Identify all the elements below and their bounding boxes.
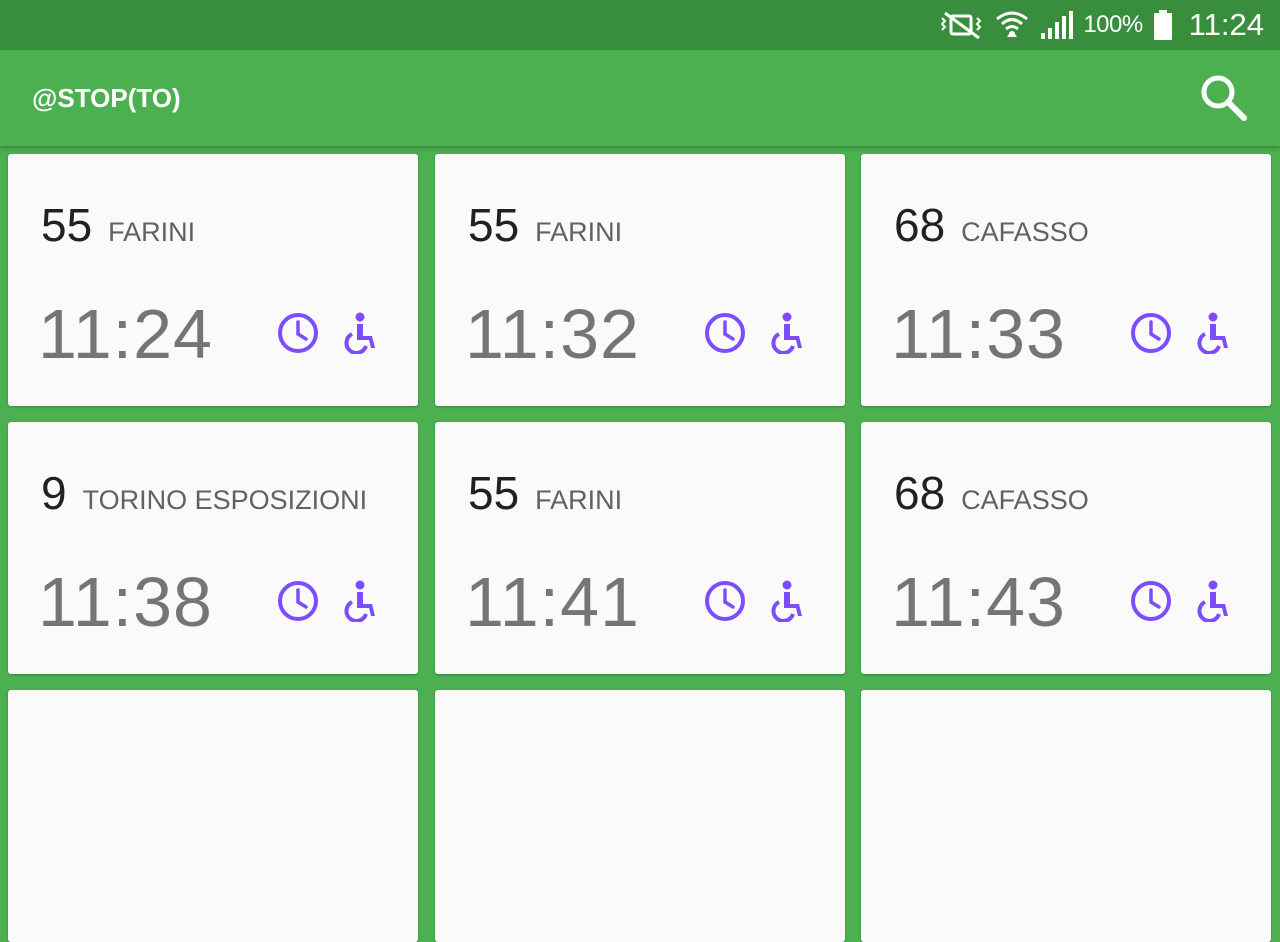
line-destination: TORINO ESPOSIZIONI [82,485,368,515]
wheelchair-icon [770,312,804,354]
line-number: 55 [468,199,520,251]
vibrate-mute-icon [939,10,985,40]
line-number: 55 [41,199,93,251]
signal-icon [1039,9,1074,41]
departure-card[interactable]: 68 CAFASSO 11:43 [861,422,1271,674]
departure-card[interactable]: 55 FARINI 11:41 [435,422,845,674]
line-destination: CAFASSO [961,217,1089,247]
battery-percent: 100% [1083,11,1143,38]
wheelchair-icon [1196,580,1230,622]
departure-time: 11:43 [891,563,1066,641]
app-title: @STOP(TO) [32,83,181,113]
departure-time: 11:33 [891,295,1066,373]
status-bar: 100% 11:24 [0,0,1280,50]
line-number: 68 [894,199,946,251]
line-number: 55 [468,467,520,519]
departure-card-partial[interactable] [435,690,845,942]
departure-card[interactable]: 68 CAFASSO 11:33 [861,154,1271,406]
departure-card[interactable]: 55 FARINI 11:32 [435,154,845,406]
line-destination: FARINI [108,217,196,247]
departure-time: 11:38 [38,563,213,641]
departure-time: 11:32 [465,295,640,373]
clock-icon [704,312,746,354]
app-bar: @STOP(TO) [0,50,1280,146]
clock-icon [277,580,319,622]
line-destination: CAFASSO [961,485,1089,515]
clock-icon [704,580,746,622]
departure-card-partial[interactable] [8,690,418,942]
departure-time: 11:24 [38,295,213,373]
wheelchair-icon [343,580,377,622]
status-icons: 100% 11:24 [939,0,1264,50]
line-number: 68 [894,467,946,519]
wifi-icon [995,9,1029,41]
departure-time: 11:41 [465,563,640,641]
wheelchair-icon [770,580,804,622]
battery-icon [1153,9,1173,41]
line-destination: FARINI [535,217,623,247]
search-button[interactable] [1196,72,1250,126]
search-icon [1198,72,1248,127]
wheelchair-icon [1196,312,1230,354]
status-clock: 11:24 [1188,7,1264,42]
departure-card[interactable]: 9 TORINO ESPOSIZIONI 11:38 [8,422,418,674]
clock-icon [1130,580,1172,622]
departure-card-partial[interactable] [861,690,1271,942]
clock-icon [1130,312,1172,354]
wheelchair-icon [343,312,377,354]
departure-card[interactable]: 55 FARINI 11:24 [8,154,418,406]
line-destination: FARINI [535,485,623,515]
line-number: 9 [41,467,67,519]
clock-icon [277,312,319,354]
